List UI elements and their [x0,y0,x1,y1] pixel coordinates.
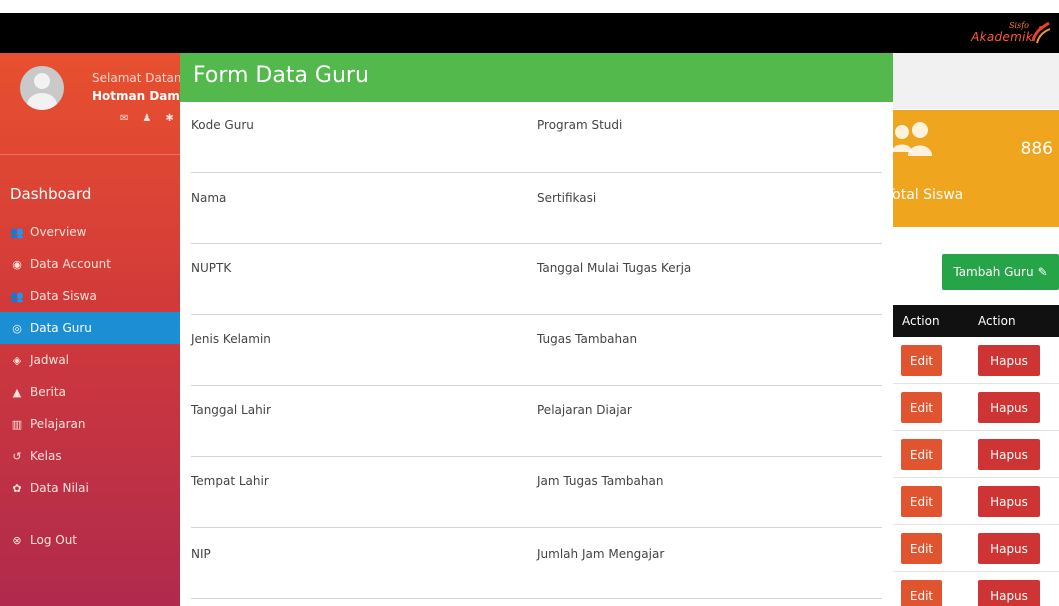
top-navbar: Sisfo Akademik [0,13,1059,53]
sidebar-item-data-nilai[interactable]: ✿ Data Nilai [0,472,180,504]
table-row: Edit Hapus [880,431,1059,478]
edit-button[interactable]: Edit [901,345,942,376]
form-row: Nama Sertifikasi [191,173,882,244]
delete-button[interactable]: Hapus [978,580,1040,606]
sidebar-item-berita[interactable]: ▲ Berita [0,376,180,408]
sidebar-section-title: Dashboard [10,185,92,203]
table-row: Edit Hapus [880,525,1059,572]
logo-main-text: Akademik [971,30,1033,44]
sidebar-item-data-account[interactable]: ◉ Data Account [0,248,180,280]
form-row: Jenis Kelamin Tugas Tambahan [191,315,882,386]
table-row: Edit Hapus [880,478,1059,525]
stat-value: 886 [1020,139,1053,159]
sidebar-item-label: Data Account [30,257,111,271]
field-label-tugas-tambahan: Tugas Tambahan [537,332,638,346]
form-row: Tanggal Lahir Pelajaran Diajar [191,386,882,457]
users-icon [892,122,932,156]
field-label-nuptk: NUPTK [191,261,232,275]
field-label-pelajaran-diajar: Pelajaran Diajar [537,403,632,417]
field-label-tanggal-mulai-tugas: Tanggal Mulai Tugas Kerja [537,261,692,275]
delete-button[interactable]: Hapus [978,533,1040,564]
sidebar-item-data-guru[interactable]: ◎ Data Guru [0,312,180,344]
sidebar-item-kelas[interactable]: ↺ Kelas [0,440,180,472]
gear-icon[interactable]: ✱ [165,113,173,124]
edit-icon: ✎ [1037,265,1048,279]
field-label-jenis-kelamin: Jenis Kelamin [191,332,271,346]
stat-label: Total Siswa [886,187,964,203]
eye-icon: ◉ [12,257,22,271]
user-icon[interactable]: ♟ [142,113,151,124]
table-row: Edit Hapus [880,572,1059,606]
field-label-program-studi: Program Studi [537,118,623,132]
sidebar-item-label: Overview [30,225,87,239]
avatar [20,66,64,110]
sidebar-item-overview[interactable]: 👥 Overview [0,216,180,248]
logo-swirl-icon [1031,21,1051,44]
table-row: Edit Hapus [880,384,1059,431]
form-data-guru-modal: Form Data Guru Kode Guru Program Studi N… [180,53,893,606]
envelope-icon[interactable]: ✉ [120,113,128,124]
field-label-nip: NIP [191,547,211,561]
delete-button[interactable]: Hapus [978,345,1040,376]
sidebar-divider [0,154,180,155]
sidebar: Selamat Datang Hotman Damanik ✉ ♟ ✱ Dash… [0,53,209,606]
logo-small-text: Sisfo [1009,21,1029,30]
field-label-jumlah-jam-mengajar: Jumlah Jam Mengajar [537,547,665,561]
bell-icon: ▲ [12,385,22,399]
form-row: NUPTK Tanggal Mulai Tugas Kerja [191,244,882,315]
users-icon: 👥 [10,289,24,303]
sidebar-item-label: Data Nilai [30,481,89,495]
delete-button[interactable]: Hapus [978,486,1040,517]
form-row: Tempat Lahir Jam Tugas Tambahan [191,457,882,528]
welcome-text: Selamat Datang [92,71,190,85]
user-profile: Selamat Datang Hotman Damanik ✉ ♟ ✱ [0,53,209,153]
form-row: NIP Jumlah Jam Mengajar [191,528,882,599]
sidebar-nav: 👥 Overview ◉ Data Account 👥 Data Siswa ◎ Dat… [0,216,180,556]
sidebar-item-data-siswa[interactable]: 👥 Data Siswa [0,280,180,312]
table-row: Edit Hapus [880,337,1059,384]
field-label-nama: Nama [191,191,227,205]
history-icon: ↺ [12,449,22,463]
field-label-tempat-lahir: Tempat Lahir [191,474,269,488]
edit-button[interactable]: Edit [901,533,942,564]
diamond-icon: ◈ [12,353,22,367]
sidebar-item-logout[interactable]: ⊗ Log Out [0,524,180,556]
field-label-sertifikasi: Sertifikasi [537,191,597,205]
field-label-kode-guru: Kode Guru [191,118,254,132]
sidebar-item-label: Data Siswa [30,289,97,303]
close-circle-icon: ⊗ [12,533,22,547]
users-icon: 👥 [10,225,24,239]
form-row: Kode Guru Program Studi [191,102,882,173]
field-label-jam-tugas-tambahan: Jam Tugas Tambahan [537,474,664,488]
sidebar-item-label: Log Out [30,533,78,547]
edit-button[interactable]: Edit [901,392,942,423]
sidebar-item-label: Kelas [30,449,62,463]
stat-card-total-siswa: 886 Total Siswa [880,110,1059,227]
delete-button[interactable]: Hapus [978,439,1040,470]
edit-button[interactable]: Edit [901,486,942,517]
field-label-tanggal-lahir: Tanggal Lahir [191,403,271,417]
column-header: Action [902,314,940,328]
app-logo[interactable]: Sisfo Akademik [971,17,1051,49]
bank-icon: ▥ [11,417,23,431]
sidebar-item-label: Jadwal [30,353,70,367]
add-guru-label: Tambah Guru [953,265,1034,279]
sidebar-item-jadwal[interactable]: ◈ Jadwal [0,344,180,376]
delete-button[interactable]: Hapus [978,392,1040,423]
profile-actions: ✉ ♟ ✱ [120,113,174,124]
app-window: Sisfo Akademik Selamat Datang Hotman Dam… [0,0,1059,606]
table-header: Action Action [880,305,1059,337]
edit-button[interactable]: Edit [901,580,942,606]
sidebar-item-label: Pelajaran [30,417,86,431]
modal-header: Form Data Guru [180,53,893,102]
edit-button[interactable]: Edit [901,439,942,470]
gear-icon: ✿ [12,481,22,495]
add-guru-button[interactable]: Tambah Guru ✎ [942,254,1059,290]
sidebar-item-pelajaran[interactable]: ▥ Pelajaran [0,408,180,440]
sidebar-item-label: Berita [30,385,66,399]
dot-circle-icon: ◎ [12,321,22,335]
column-header: Action [978,314,1016,328]
sidebar-item-label: Data Guru [30,321,92,335]
modal-title: Form Data Guru [193,63,369,88]
